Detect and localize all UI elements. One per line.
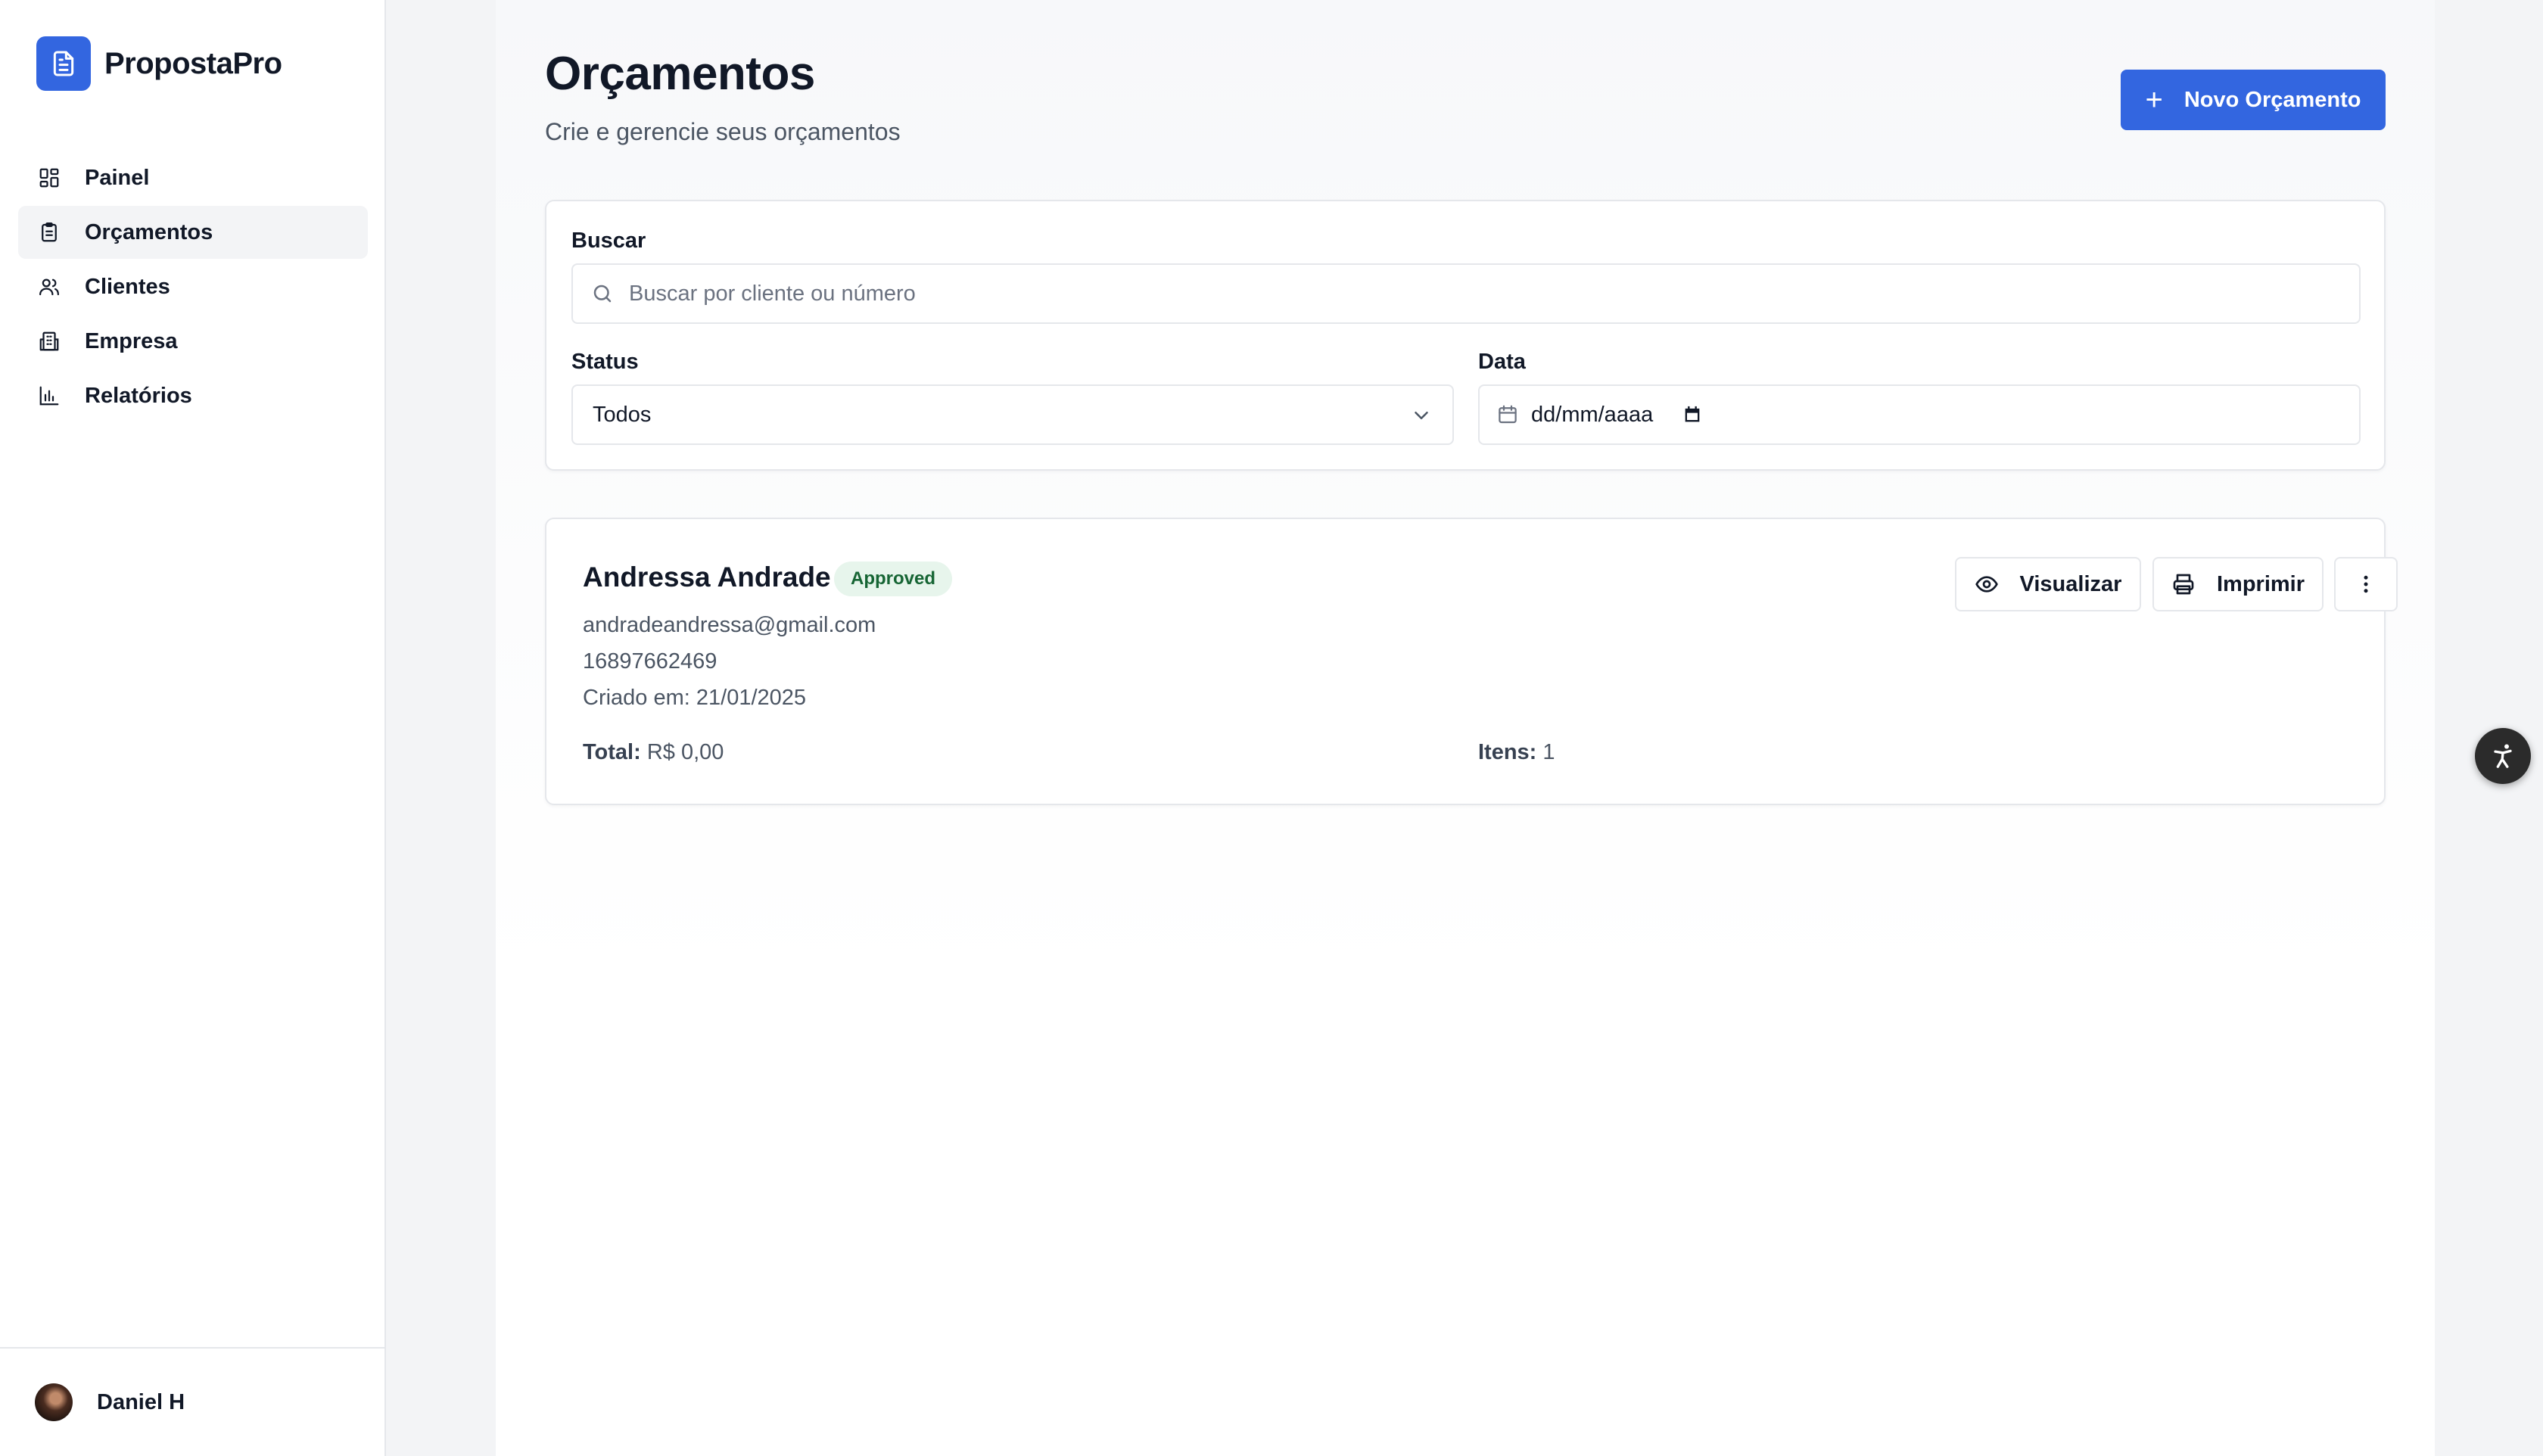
- sidebar-item-label: Orçamentos: [85, 219, 213, 244]
- sidebar-item-orcamentos[interactable]: Orçamentos: [18, 206, 368, 259]
- page-subtitle: Crie e gerencie seus orçamentos: [545, 118, 901, 145]
- date-label: Data: [1478, 350, 1526, 374]
- sidebar-item-painel[interactable]: Painel: [18, 151, 368, 204]
- avatar: [35, 1383, 73, 1421]
- accessibility-button[interactable]: [2475, 728, 2531, 784]
- bar-chart-icon: [36, 383, 62, 409]
- created-date: Criado em: 21/01/2025: [583, 686, 807, 710]
- new-quote-button[interactable]: + Novo Orçamento: [2121, 70, 2386, 130]
- user-name: Daniel H: [97, 1389, 185, 1414]
- page-title: Orçamentos: [545, 48, 815, 100]
- search-input[interactable]: Buscar por cliente ou número: [571, 263, 2361, 324]
- brand-name: PropostaPro: [104, 46, 282, 80]
- sidebar-nav: Painel Orçamentos Clientes Empresa Relat…: [18, 151, 368, 424]
- status-label: Status: [571, 350, 639, 374]
- user-profile[interactable]: Daniel H: [0, 1347, 384, 1456]
- client-phone: 16897662469: [583, 649, 717, 674]
- view-label: Visualizar: [2019, 571, 2122, 596]
- calendar-icon: [1496, 403, 1519, 426]
- brand[interactable]: PropostaPro: [36, 36, 282, 91]
- more-vertical-icon: [2355, 573, 2377, 596]
- sidebar-item-empresa[interactable]: Empresa: [18, 315, 368, 368]
- search-placeholder: Buscar por cliente ou número: [629, 281, 916, 306]
- chevron-down-icon: [1410, 404, 1433, 427]
- new-quote-label: Novo Orçamento: [2183, 87, 2361, 112]
- total-label: Total:: [583, 740, 641, 764]
- plus-icon: +: [2145, 83, 2163, 117]
- calendar-picker-icon[interactable]: [1682, 404, 1703, 425]
- quote-card[interactable]: Andressa Andrade Approved andradeandress…: [545, 518, 2398, 805]
- status-badge: Approved: [834, 562, 953, 596]
- clipboard-icon: [36, 219, 62, 245]
- users-icon: [36, 274, 62, 300]
- sidebar-item-label: Clientes: [85, 274, 170, 299]
- sidebar-item-clientes[interactable]: Clientes: [18, 260, 368, 313]
- sidebar: PropostaPro Painel Orçamentos Clientes E…: [0, 0, 386, 1456]
- building-icon: [36, 328, 62, 354]
- sidebar-item-relatorios[interactable]: Relatórios: [18, 369, 368, 422]
- total-value: R$ 0,00: [646, 740, 724, 764]
- filters-card: Buscar Buscar por cliente ou número Stat…: [545, 200, 2386, 471]
- status-select[interactable]: Todos: [571, 384, 1454, 445]
- sidebar-item-label: Painel: [85, 165, 150, 190]
- view-button[interactable]: Visualizar: [1955, 557, 2141, 611]
- document-icon: [36, 36, 91, 91]
- client-email: andradeandressa@gmail.com: [583, 613, 876, 637]
- items-label: Itens:: [1478, 740, 1537, 764]
- eye-icon: [1975, 572, 1999, 596]
- accessibility-icon: [2488, 741, 2518, 771]
- dashboard-icon: [36, 165, 62, 191]
- printer-icon: [2171, 572, 2196, 596]
- date-input[interactable]: dd/mm/aaaa: [1478, 384, 2361, 445]
- print-button[interactable]: Imprimir: [2152, 557, 2324, 611]
- quote-total: Total: R$ 0,00: [583, 740, 724, 765]
- search-label: Buscar: [571, 229, 646, 253]
- search-icon: [591, 282, 614, 305]
- client-name: Andressa Andrade: [583, 562, 831, 593]
- items-value: 1: [1542, 740, 1555, 764]
- more-options-button[interactable]: [2334, 557, 2398, 611]
- status-value: Todos: [593, 402, 652, 427]
- date-placeholder: dd/mm/aaaa: [1531, 402, 1654, 427]
- sidebar-item-label: Empresa: [85, 328, 178, 353]
- print-label: Imprimir: [2216, 571, 2305, 596]
- quote-items: Itens: 1: [1478, 740, 1555, 765]
- main-content: Orçamentos Crie e gerencie seus orçament…: [496, 0, 2435, 1456]
- sidebar-item-label: Relatórios: [85, 383, 192, 408]
